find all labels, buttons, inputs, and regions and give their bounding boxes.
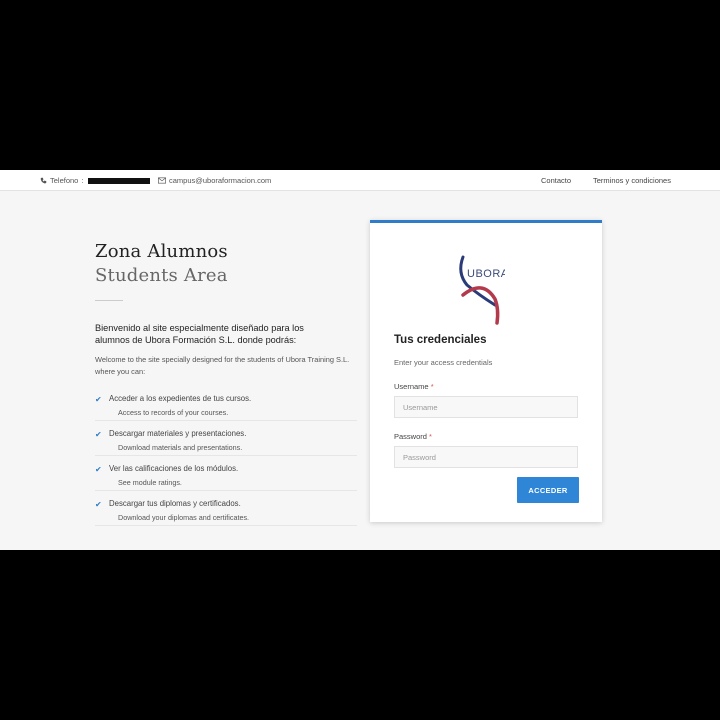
list-item: ✔ Descargar materiales y presentaciones.…: [95, 421, 357, 456]
top-bar: Telefono: campus@uboraformacion.com Cont…: [0, 170, 720, 191]
item-spanish: Acceder a los expedientes de tus cursos.: [109, 394, 252, 403]
username-input[interactable]: [394, 396, 578, 418]
intro-english: Welcome to the site specially designed f…: [95, 355, 350, 376]
nav-link-contacto[interactable]: Contacto: [541, 176, 571, 185]
email-info[interactable]: campus@uboraformacion.com: [158, 176, 271, 185]
list-item: ✔ Acceder a los expedientes de tus curso…: [95, 386, 357, 421]
check-icon: ✔: [95, 430, 102, 439]
students-info: Zona Alumnos Students Area Bienvenido al…: [95, 240, 357, 526]
features-list: ✔ Acceder a los expedientes de tus curso…: [95, 386, 357, 526]
svg-text:UBORA: UBORA: [467, 268, 505, 280]
item-spanish: Ver las calificaciones de los módulos.: [109, 464, 239, 473]
intro-spanish: Bienvenido al site especialmente diseñad…: [95, 323, 304, 345]
item-spanish: Descargar tus diplomas y certificados.: [109, 499, 241, 508]
credentials-subheading: Enter your access credentials: [394, 358, 493, 367]
item-english: Access to records of your courses.: [118, 408, 229, 417]
credentials-heading: Tus credenciales: [394, 334, 487, 346]
page: Telefono: campus@uboraformacion.com Cont…: [0, 170, 720, 550]
email-link[interactable]: campus@uboraformacion.com: [169, 176, 271, 185]
phone-label: Telefono: [50, 176, 79, 185]
password-label: Password *: [394, 432, 432, 441]
item-spanish: Descargar materiales y presentaciones.: [109, 429, 247, 438]
check-icon: ✔: [95, 395, 102, 404]
list-item: ✔ Ver las calificaciones de los módulos.…: [95, 456, 357, 491]
check-icon: ✔: [95, 465, 102, 474]
item-english: Download your diplomas and certificates.: [118, 513, 250, 522]
divider: [95, 300, 123, 301]
check-icon: ✔: [95, 500, 102, 509]
redacted-phone-number: [88, 177, 151, 184]
list-item: ✔ Descargar tus diplomas y certificados.…: [95, 491, 357, 526]
password-input[interactable]: [394, 446, 578, 468]
page-subtitle: Students Area: [95, 265, 228, 286]
login-button[interactable]: ACCEDER: [517, 477, 579, 503]
item-english: Download materials and presentations.: [118, 443, 243, 452]
envelope-icon: [158, 177, 166, 184]
page-title: Zona Alumnos: [95, 241, 228, 262]
login-card: UBORA Tus credenciales Enter your access…: [370, 220, 602, 522]
phone-icon: [40, 177, 47, 184]
item-english: See module ratings.: [118, 478, 182, 487]
phone-info: Telefono:: [40, 176, 151, 185]
nav-link-terminos[interactable]: Terminos y condiciones: [593, 176, 671, 185]
ubora-logo: UBORA: [459, 255, 505, 325]
username-label: Username *: [394, 382, 434, 391]
